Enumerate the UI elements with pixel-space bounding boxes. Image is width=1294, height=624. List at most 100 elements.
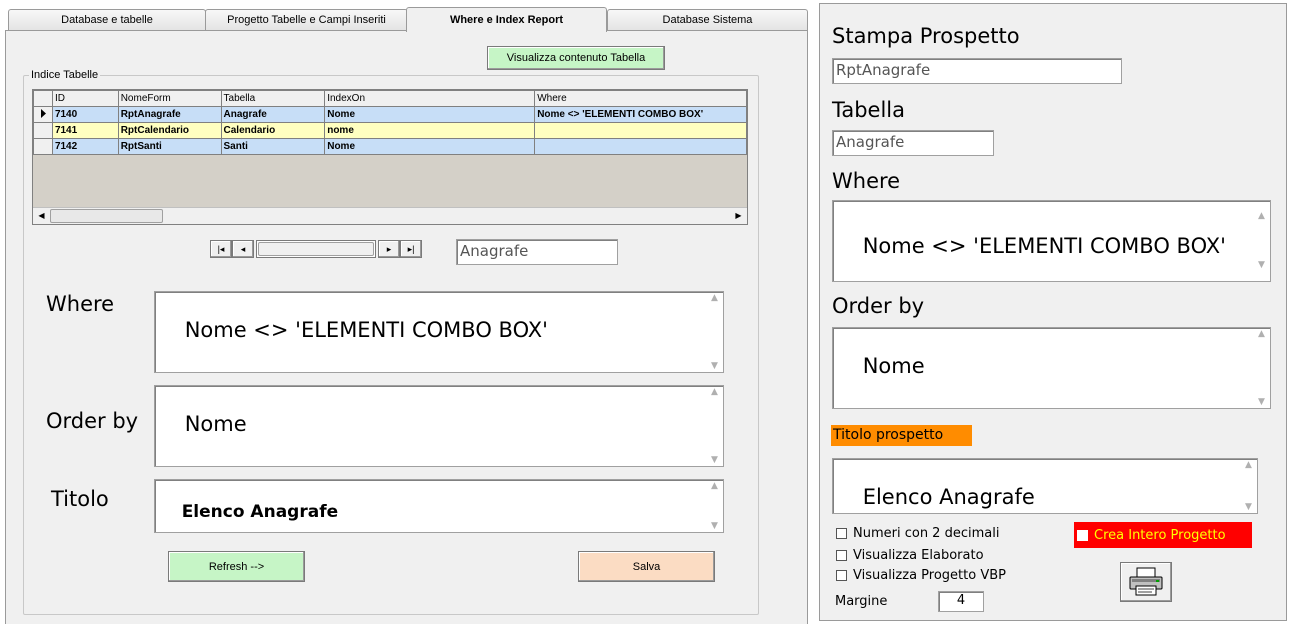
table-name-field[interactable]: Anagrafe (456, 239, 618, 265)
where-label: Where (832, 169, 901, 193)
margin-field[interactable]: 4 (938, 591, 984, 612)
title-text: Elenco Anagrafe (181, 502, 339, 522)
table-row[interactable]: 7141 RptCalendario Calendario nome (33, 122, 747, 139)
table-field[interactable]: Anagrafe (832, 130, 994, 156)
view-table-content-button[interactable]: Visualizza contenuto Tabella (487, 46, 665, 70)
order-by-text: Nome (862, 354, 925, 378)
cell-id[interactable]: 7141 (51, 122, 119, 139)
title-scrollbar[interactable]: ▲ ▼ (707, 481, 722, 531)
order-by-scrollbar[interactable]: ▲ ▼ (1254, 329, 1269, 407)
cell-nomeform[interactable]: RptCalendario (117, 122, 222, 139)
scroll-right-icon[interactable]: ▶ (730, 208, 747, 224)
column-header-tabella[interactable]: Tabella (220, 90, 326, 107)
show-elaborated-checkbox[interactable]: Visualizza Elaborato (836, 548, 984, 563)
row-pointer-icon[interactable] (33, 106, 53, 123)
order-by-textarea[interactable]: Nome ▲ ▼ (832, 327, 1271, 409)
scroll-down-icon[interactable]: ▼ (1241, 502, 1256, 512)
where-textarea[interactable]: Nome <> 'ELEMENTI COMBO BOX' ▲ ▼ (154, 291, 724, 373)
printer-icon (1129, 567, 1163, 596)
column-header-id[interactable]: ID (51, 90, 119, 107)
cell-where[interactable]: Nome <> 'ELEMENTI COMBO BOX' (534, 106, 747, 123)
tab-control: Database e tabelle Progetto Tabelle e Ca… (0, 0, 811, 624)
cell-indexon[interactable]: Nome (324, 106, 536, 123)
table-row[interactable]: 7142 RptSanti Santi Nome (33, 138, 747, 155)
cell-tabella[interactable]: Santi (220, 138, 326, 155)
previous-record-button[interactable]: ◂ (232, 240, 254, 258)
create-full-project-label: Crea Intero Progetto (1094, 527, 1226, 543)
column-header-indexon[interactable]: IndexOn (324, 90, 536, 107)
column-header-nomeform[interactable]: NomeForm (117, 90, 222, 107)
order-by-textarea[interactable]: Nome ▲ ▼ (154, 385, 724, 467)
print-button[interactable] (1120, 562, 1172, 602)
table-index-grid[interactable]: ID NomeForm Tabella IndexOn Where 7140 R… (32, 89, 748, 225)
cell-where[interactable] (534, 122, 747, 139)
show-vbp-project-label: Visualizza Progetto VBP (853, 568, 1006, 583)
order-by-label: Order by (46, 409, 139, 433)
tab-database-sistema[interactable]: Database Sistema (607, 9, 808, 30)
cell-where[interactable] (534, 138, 747, 155)
record-scrollbar[interactable] (256, 240, 376, 258)
checkbox-box[interactable] (836, 528, 847, 539)
scroll-up-icon[interactable]: ▲ (1254, 202, 1269, 231)
record-scrollbar-thumb[interactable] (258, 242, 374, 256)
cell-indexon[interactable]: Nome (324, 138, 536, 155)
cell-tabella[interactable]: Anagrafe (220, 106, 326, 123)
cell-nomeform[interactable]: RptSanti (117, 138, 222, 155)
print-report-field[interactable]: RptAnagrafe (832, 58, 1122, 84)
report-title-textarea[interactable]: Elenco Anagrafe ▲ ▼ (832, 458, 1258, 514)
refresh-button[interactable]: Refresh --> (168, 551, 305, 582)
table-row[interactable]: 7140 RptAnagrafe Anagrafe Nome Nome <> '… (33, 106, 747, 123)
next-record-button[interactable]: ▸ (378, 240, 400, 258)
scroll-up-icon[interactable]: ▲ (707, 481, 722, 491)
cell-id[interactable]: 7142 (51, 138, 119, 155)
where-scrollbar[interactable]: ▲ ▼ (707, 293, 722, 371)
create-full-project-checkbox[interactable]: Crea Intero Progetto (1074, 522, 1252, 548)
title-textarea[interactable]: Elenco Anagrafe ▲ ▼ (154, 479, 724, 533)
order-by-text: Nome (184, 412, 247, 436)
report-title-label: Titolo prospetto (831, 425, 972, 446)
where-textarea[interactable]: Nome <> 'ELEMENTI COMBO BOX' ▲ ▼ (832, 200, 1271, 282)
where-scrollbar[interactable]: ▲ ▼ (1254, 202, 1269, 280)
report-title-scrollbar[interactable]: ▲ ▼ (1241, 460, 1256, 512)
row-selector[interactable] (33, 138, 53, 155)
column-header-where[interactable]: Where (534, 90, 747, 107)
scroll-up-icon[interactable]: ▲ (1254, 329, 1269, 339)
checkbox-box[interactable] (836, 570, 847, 581)
tab-progetto-tabelle[interactable]: Progetto Tabelle e Campi Inseriti (205, 9, 408, 30)
tab-database-e-tabelle[interactable]: Database e tabelle (8, 9, 206, 30)
cell-nomeform[interactable]: RptAnagrafe (117, 106, 222, 123)
cell-tabella[interactable]: Calendario (220, 122, 326, 139)
tab-where-index-report[interactable]: Where e Index Report (406, 7, 607, 32)
scroll-down-icon[interactable]: ▼ (707, 455, 722, 465)
scroll-down-icon[interactable]: ▼ (1254, 397, 1269, 407)
scroll-left-icon[interactable]: ◀ (33, 208, 50, 224)
table-index-group-title: Indice Tabelle (29, 69, 101, 81)
last-record-button[interactable]: ▸| (400, 240, 422, 258)
grid-corner (33, 90, 53, 107)
show-vbp-project-checkbox[interactable]: Visualizza Progetto VBP (836, 568, 1006, 583)
first-record-button[interactable]: |◂ (210, 240, 232, 258)
two-decimals-label: Numeri con 2 decimali (853, 526, 1000, 541)
scroll-up-icon[interactable]: ▲ (707, 387, 722, 397)
cell-indexon[interactable]: nome (324, 122, 536, 139)
scroll-up-icon[interactable]: ▲ (1241, 460, 1256, 470)
where-text: Nome <> 'ELEMENTI COMBO BOX' (184, 318, 548, 342)
scrollbar-thumb[interactable] (50, 209, 163, 223)
title-label: Titolo (51, 487, 109, 511)
two-decimals-checkbox[interactable]: Numeri con 2 decimali (836, 526, 999, 541)
scroll-up-icon[interactable]: ▲ (707, 293, 722, 303)
order-by-label: Order by (832, 294, 925, 318)
scroll-down-icon[interactable]: ▼ (707, 521, 722, 531)
checkbox-box[interactable] (1077, 529, 1088, 541)
cell-id[interactable]: 7140 (51, 106, 119, 123)
row-selector[interactable] (33, 122, 53, 139)
grid-horizontal-scrollbar[interactable]: ◀ ▶ (33, 207, 747, 224)
order-by-scrollbar[interactable]: ▲ ▼ (707, 387, 722, 465)
where-label: Where (46, 292, 115, 316)
report-settings-panel: Stampa Prospetto RptAnagrafe Tabella Ana… (819, 3, 1287, 621)
scroll-down-icon[interactable]: ▼ (707, 361, 722, 371)
scroll-down-icon[interactable]: ▼ (1254, 251, 1269, 280)
checkbox-box[interactable] (836, 550, 847, 561)
grid-header-row: ID NomeForm Tabella IndexOn Where (33, 90, 747, 107)
save-button[interactable]: Salva (578, 551, 715, 582)
